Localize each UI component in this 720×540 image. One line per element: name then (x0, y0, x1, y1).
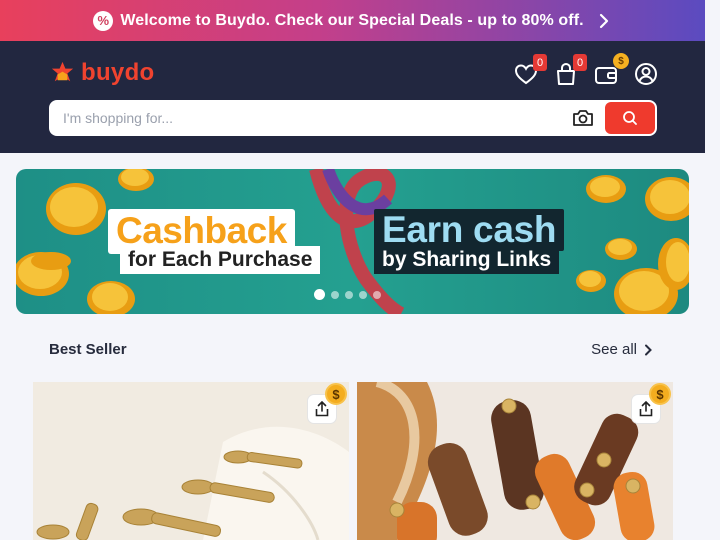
search-bar (49, 100, 657, 136)
promo-banner-carousel[interactable]: Cashback for Each Purchase Earn cash by … (16, 169, 689, 314)
carousel-dot[interactable] (331, 290, 339, 299)
coin-stack-right (576, 175, 689, 314)
cashback-coin-icon: $ (649, 383, 671, 405)
carousel-dot[interactable] (314, 289, 325, 300)
logo-mark-icon (51, 61, 74, 81)
user-icon (635, 63, 657, 85)
wallet-button[interactable]: $ (593, 53, 629, 87)
account-button[interactable] (633, 61, 659, 87)
brand-logo[interactable]: buydo (49, 59, 155, 87)
brand-name: buydo (81, 59, 155, 86)
carousel-dot[interactable] (345, 290, 353, 299)
product-card[interactable]: $ (357, 382, 673, 540)
cart-button[interactable]: 0 (553, 54, 587, 87)
earn-cash-headline: Earn cash (374, 209, 565, 251)
share-icon (639, 401, 653, 417)
app-header: buydo 0 0 $ (0, 41, 705, 153)
see-all-link[interactable]: See all (591, 341, 653, 358)
cart-count-badge: 0 (573, 54, 587, 71)
cashback-coin-icon: $ (325, 383, 347, 405)
promo-bar[interactable]: % Welcome to Buydo. Check our Special De… (0, 0, 705, 41)
earn-cash-subheadline: by Sharing Links (374, 246, 560, 274)
discount-icon: % (93, 10, 114, 31)
section-title: Best Seller (49, 341, 127, 358)
best-seller-header: Best Seller See all (49, 340, 657, 360)
carousel-dot[interactable] (373, 290, 381, 299)
chevron-right-icon (645, 344, 652, 355)
search-button[interactable] (605, 102, 655, 134)
coin-badge: $ (613, 53, 629, 69)
promo-text: Welcome to Buydo. Check our Special Deal… (120, 11, 584, 29)
camera-icon[interactable] (572, 108, 594, 128)
share-icon (315, 401, 329, 417)
product-image (33, 382, 349, 540)
wishlist-button[interactable]: 0 (513, 54, 547, 87)
wishlist-count-badge: 0 (533, 54, 547, 71)
product-image (357, 382, 673, 540)
search-input[interactable] (63, 108, 543, 128)
search-icon (623, 111, 637, 125)
product-card[interactable]: $ (33, 382, 349, 540)
chevron-right-icon (599, 13, 608, 28)
carousel-dot[interactable] (359, 290, 367, 299)
cashback-subheadline: for Each Purchase (120, 246, 321, 274)
carousel-dots (314, 289, 381, 300)
